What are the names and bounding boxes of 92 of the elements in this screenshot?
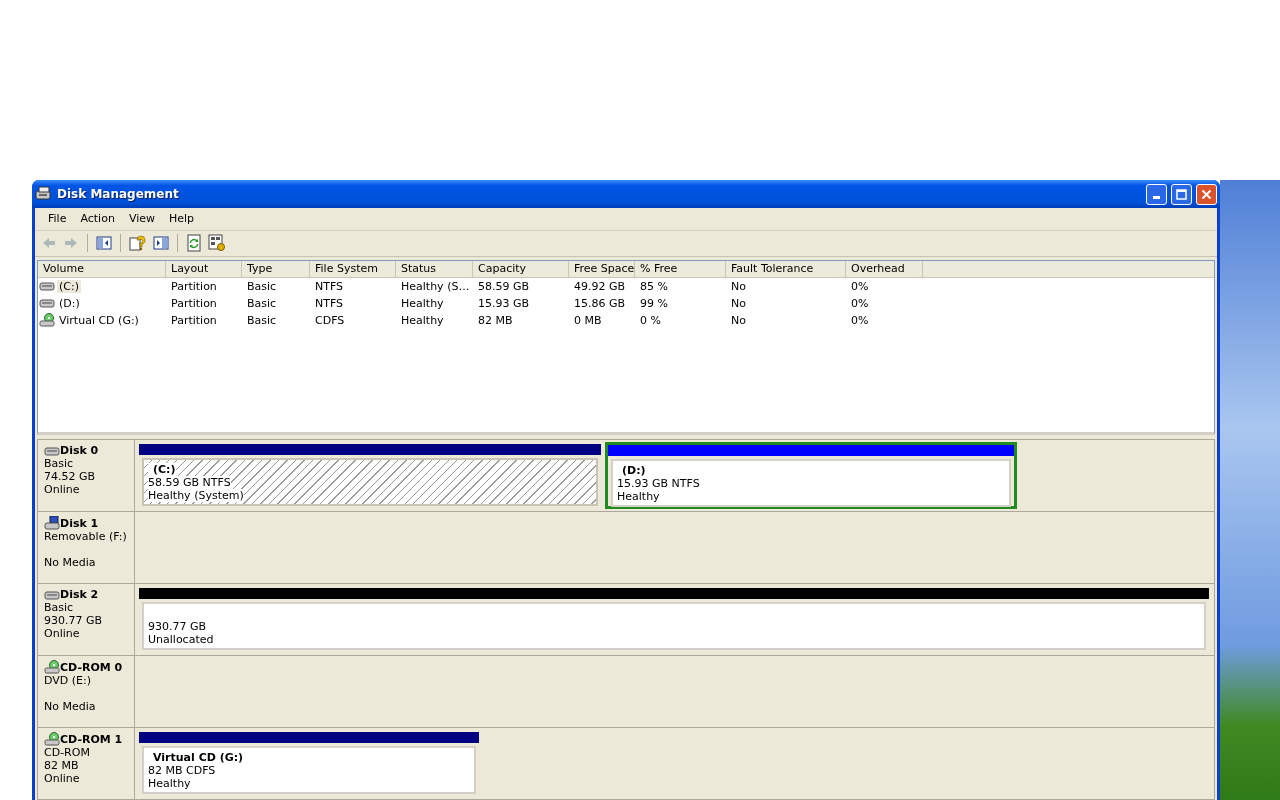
table-cell-text: 0 % xyxy=(639,313,662,327)
partition-size: 82 MB CDFS xyxy=(148,764,216,777)
partition-block[interactable]: 930.77 GB Unallocated xyxy=(137,586,1211,653)
column-header[interactable]: Status xyxy=(396,260,473,277)
table-cell-text: 0% xyxy=(850,296,870,310)
menu-item[interactable]: File xyxy=(41,210,74,228)
table-cell-text: CDFS xyxy=(314,313,346,327)
table-cell-text: No xyxy=(730,296,747,310)
disk-size: 82 MB xyxy=(44,759,80,772)
minimize-icon xyxy=(1153,196,1160,199)
table-cell-text: Partition xyxy=(170,296,218,310)
partition-block[interactable]: (D:) 15.93 GB NTFS Healthy xyxy=(605,442,1017,509)
maximize-button[interactable] xyxy=(1171,183,1192,205)
disk-name: CD-ROM 0 xyxy=(60,660,123,674)
disk-size: 74.52 GB xyxy=(44,470,97,483)
disk-name: CD-ROM 1 xyxy=(60,732,123,746)
table-cell-text: Partition xyxy=(170,279,218,293)
partition-status: Healthy (System) xyxy=(148,489,244,502)
refresh-icon[interactable] xyxy=(186,234,202,253)
column-header[interactable]: Capacity xyxy=(473,260,569,277)
disk-status: Online xyxy=(44,772,81,785)
console-tree-icon[interactable] xyxy=(96,235,112,252)
disk-type: CD-ROM xyxy=(44,746,91,759)
table-cell-text: Healthy xyxy=(400,296,445,310)
properties-icon[interactable] xyxy=(208,234,226,253)
table-cell-text: 49.92 GB xyxy=(573,279,627,293)
disk-status: Online xyxy=(44,627,81,640)
table-cell-text: 0 MB xyxy=(573,313,603,327)
disk-name: Disk 1 xyxy=(60,516,99,530)
partition-size: 58.59 GB NTFS xyxy=(148,476,231,489)
minimize-button[interactable] xyxy=(1146,183,1167,205)
column-header[interactable]: File System xyxy=(310,260,396,277)
cd-drive-icon xyxy=(44,660,60,674)
table-cell-text: NTFS xyxy=(314,296,345,310)
disk-status: No Media xyxy=(44,700,97,713)
window-title: Disk Management xyxy=(57,187,180,201)
partition-size: 15.93 GB NTFS xyxy=(617,477,700,490)
partition-status: Healthy xyxy=(617,490,660,503)
column-header[interactable]: Layout xyxy=(166,260,242,277)
help-icon[interactable] xyxy=(129,234,147,253)
maximize-icon xyxy=(1176,188,1187,200)
table-cell-text: No xyxy=(730,279,747,293)
close-button[interactable] xyxy=(1196,183,1217,205)
drive-name[interactable]: (C:) xyxy=(57,279,81,293)
column-header[interactable]: Overhead xyxy=(846,260,923,277)
table-cell-text: Basic xyxy=(246,313,278,327)
partition-label: (C:) xyxy=(148,463,176,476)
partition-status: Unallocated xyxy=(148,633,214,646)
partition-status: Healthy xyxy=(148,777,191,790)
removable-disk-icon xyxy=(44,516,60,530)
disk-type: Basic xyxy=(44,601,75,614)
disk-type: Removable (F:) xyxy=(44,530,128,543)
table-cell-text: 58.59 GB xyxy=(477,279,531,293)
close-icon xyxy=(1201,188,1212,200)
table-cell-text: 85 % xyxy=(639,279,669,293)
partition-size: 930.77 GB xyxy=(148,620,207,633)
menu-item[interactable]: Action xyxy=(73,210,122,228)
table-cell-text: Basic xyxy=(246,296,278,310)
disk-name: Disk 2 xyxy=(60,588,99,601)
drive-name[interactable]: (D:) xyxy=(57,296,82,310)
table-cell-text: Partition xyxy=(170,313,218,327)
partition-label: Virtual CD (G:) xyxy=(152,751,244,764)
disk-type: Basic xyxy=(44,457,75,470)
disk-size: 930.77 GB xyxy=(44,614,104,627)
menu-item[interactable]: View xyxy=(121,210,162,228)
table-cell-text: Basic xyxy=(246,279,278,293)
table-cell-text: 0% xyxy=(850,279,870,293)
disk-type: DVD (E:) xyxy=(44,674,92,687)
column-header[interactable]: Free Space xyxy=(569,260,635,277)
column-header[interactable]: Volume xyxy=(38,260,166,277)
column-header[interactable]: % Free xyxy=(635,260,726,277)
column-header[interactable]: Fault Tolerance xyxy=(726,260,846,277)
table-cell-text: 82 MB xyxy=(477,313,514,327)
partition-block[interactable]: (C:) 58.59 GB NTFS Healthy (System) xyxy=(137,442,603,509)
table-cell-text: Healthy (S… xyxy=(400,279,471,293)
table-cell-text: Healthy xyxy=(400,313,445,327)
table-cell-text: 15.86 GB xyxy=(573,296,627,310)
table-cell-text: NTFS xyxy=(314,279,345,293)
partition-block[interactable]: Virtual CD (G:) 82 MB CDFS Healthy xyxy=(137,730,481,797)
partition-label: (D:) xyxy=(621,464,646,477)
disk-status: No Media xyxy=(44,556,97,569)
disk-name: Disk 0 xyxy=(60,444,99,457)
table-cell-text: 15.93 GB xyxy=(477,296,531,310)
column-header[interactable]: Type xyxy=(242,260,310,277)
table-cell-text: 0% xyxy=(850,313,870,327)
action-pane-icon[interactable] xyxy=(153,235,169,252)
cd-drive-icon xyxy=(44,732,60,746)
drive-name[interactable]: Virtual CD (G:) xyxy=(57,313,141,327)
table-cell-text: No xyxy=(730,313,747,327)
disk-status: Online xyxy=(44,483,81,496)
menu-item[interactable]: Help xyxy=(162,210,202,228)
table-cell-text: 99 % xyxy=(639,296,669,310)
